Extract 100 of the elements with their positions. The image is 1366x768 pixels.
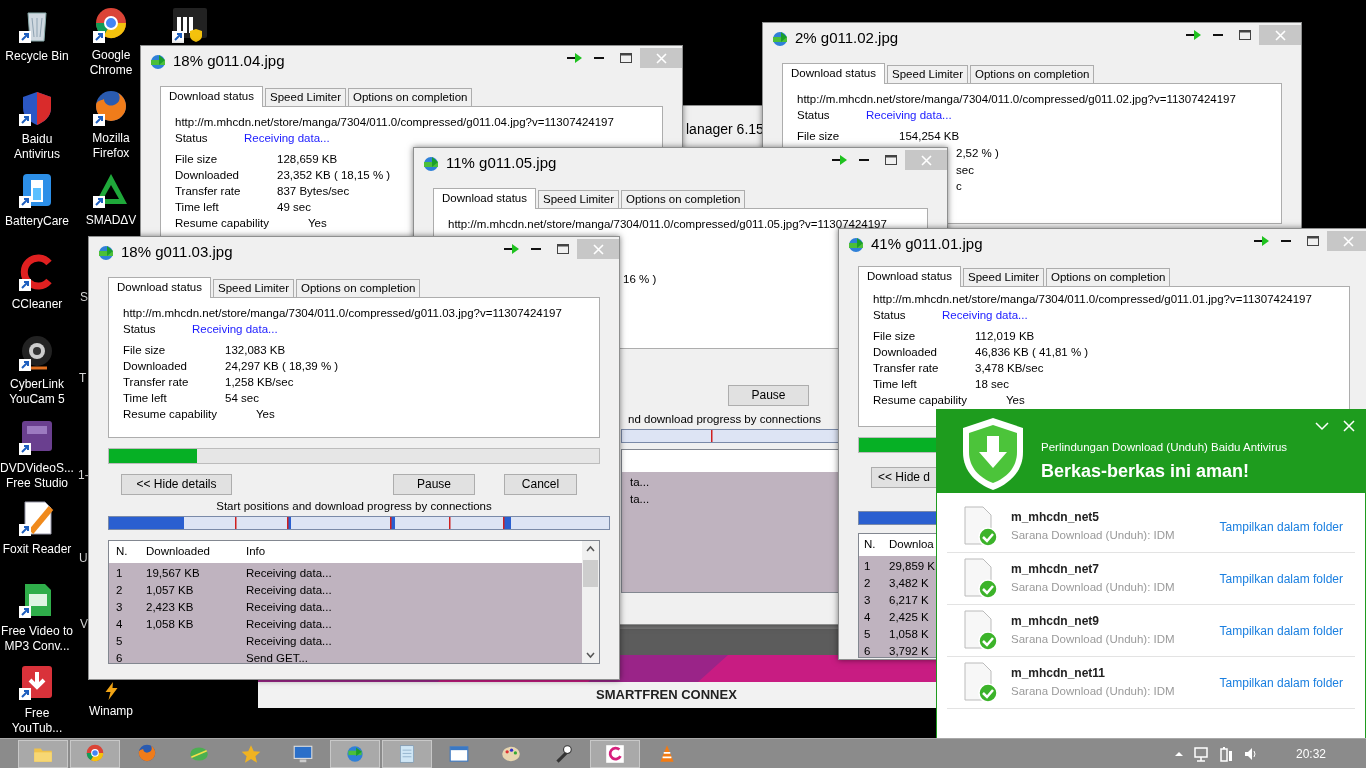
tab[interactable]: Download status xyxy=(160,86,264,107)
shortcut-label[interactable]: S xyxy=(80,290,88,305)
table-cell-text: Receiving data... xyxy=(246,583,332,598)
field-value: 837 Bytes/sec xyxy=(277,184,350,199)
shortcut-label[interactable]: 1- xyxy=(78,468,89,483)
tab[interactable]: Download status xyxy=(858,266,962,287)
column-header[interactable]: N. xyxy=(859,536,889,554)
maximize-icon[interactable] xyxy=(620,52,632,64)
field-value: Yes xyxy=(1005,393,1025,408)
show-in-folder-link[interactable]: Tampilkan dalam folder xyxy=(1219,517,1343,536)
show-in-folder-link[interactable]: Tampilkan dalam folder xyxy=(1219,621,1343,640)
tab[interactable]: Speed Limiter xyxy=(887,65,968,83)
arrow-icon[interactable] xyxy=(831,153,847,167)
taskbar-button[interactable] xyxy=(70,739,120,768)
shortcut-label[interactable]: CCleaner xyxy=(11,297,63,312)
show-in-folder-link[interactable]: Tampilkan dalam folder xyxy=(1219,673,1343,692)
notification-caption: Perlindungan Download (Unduh) Baidu Antivirus xyxy=(1041,440,1288,455)
shortcut-label[interactable]: BatteryCare xyxy=(5,214,69,229)
shortcut-label[interactable]: SMADΔV xyxy=(85,213,137,228)
tab[interactable]: Speed Limiter xyxy=(213,279,294,297)
table-cell-text: 1,058 K xyxy=(889,627,930,642)
arrow-icon[interactable] xyxy=(1185,28,1201,42)
table-cell-text: 2 xyxy=(863,576,872,591)
tab[interactable]: Speed Limiter xyxy=(265,88,346,106)
file-name: m_mhcdn_net5 xyxy=(1011,510,1101,525)
table-cell-text: 2,423 KB xyxy=(146,600,195,615)
tab[interactable]: Speed Limiter xyxy=(538,190,619,208)
table-cell-text: 3,482 K xyxy=(889,576,930,591)
column-header[interactable]: Downloa xyxy=(889,536,936,554)
shortcut-label[interactable]: Foxit Reader xyxy=(2,542,72,557)
maximize-icon[interactable] xyxy=(557,243,569,255)
tab[interactable]: Download status xyxy=(433,188,537,209)
shortcut-label[interactable]: Baidu Antivirus xyxy=(0,132,76,162)
button[interactable]: << Hide details xyxy=(121,474,232,495)
table-cell-text: 2,425 K xyxy=(889,610,930,625)
arrow-icon[interactable] xyxy=(566,51,582,65)
button[interactable]: << Hide d xyxy=(871,467,937,488)
tab[interactable]: Options on completion xyxy=(296,279,421,297)
shortcut-label[interactable]: Recycle Bin xyxy=(5,49,69,64)
taskbar-button[interactable] xyxy=(590,739,640,768)
table-cell-text: 29,859 K xyxy=(889,559,936,574)
shortcut-label[interactable]: Mozilla Firefox xyxy=(83,131,139,161)
window-title: 18% g011.03.jpg xyxy=(121,241,233,262)
button[interactable]: Pause xyxy=(728,385,809,406)
shortcut-label[interactable]: V xyxy=(80,617,88,632)
tab[interactable]: Speed Limiter xyxy=(963,268,1044,286)
button[interactable]: Pause xyxy=(393,474,475,495)
field-value: 154,254 KB xyxy=(899,129,960,144)
tab[interactable]: Options on completion xyxy=(348,88,473,106)
chevron-down-icon[interactable] xyxy=(1315,419,1329,433)
table-cell-text: Receiving data... xyxy=(246,617,332,632)
table-cell-text: 6 xyxy=(863,644,872,657)
close-icon[interactable] xyxy=(1342,419,1356,433)
shortcut-label[interactable]: Winamp xyxy=(89,704,133,719)
taskbar-button[interactable] xyxy=(382,739,432,768)
column-header[interactable]: Downloaded xyxy=(146,543,246,561)
column-header[interactable]: N. xyxy=(109,543,146,561)
maximize-icon[interactable] xyxy=(1239,29,1251,41)
field-label: Resume capability xyxy=(123,407,218,422)
tab[interactable]: Options on completion xyxy=(621,190,746,208)
field-label: Status xyxy=(797,108,831,123)
scrollbar[interactable] xyxy=(582,541,599,663)
maximize-icon[interactable] xyxy=(885,154,897,166)
caption-text: nd download progress by connections xyxy=(628,412,822,427)
tab[interactable]: Download status xyxy=(782,63,886,84)
url-text: http://m.mhcdn.net/store/manga/7304/011.0/compressed/g011.02.jpg?v=11307424197 xyxy=(797,92,1236,107)
shortcut-label[interactable]: Free YouTub... xyxy=(0,706,76,736)
shortcut-label[interactable]: Google Chrome xyxy=(83,48,139,78)
table-cell-text: 4 xyxy=(115,617,124,632)
field-value: 132,083 KB xyxy=(225,343,286,358)
window-title: 11% g011.05.jpg xyxy=(446,152,557,173)
arrow-icon[interactable] xyxy=(1253,234,1269,248)
table-cell-text: 5 xyxy=(115,634,124,649)
status-value: Receiving data... xyxy=(866,108,952,123)
shortcut-label[interactable]: CyberLink YouCam 5 xyxy=(0,377,76,407)
table-cell-text: 1 xyxy=(863,559,872,574)
shortcut-label[interactable]: Free Video to MP3 Conv... xyxy=(0,624,76,654)
field-label: Time left xyxy=(873,377,918,392)
show-in-folder-link[interactable]: Tampilkan dalam folder xyxy=(1219,569,1343,588)
tab[interactable]: Options on completion xyxy=(970,65,1095,83)
field-value: 23,352 KB ( 18,15 % ) xyxy=(277,168,391,183)
globe-icon xyxy=(149,52,167,70)
field-label: Transfer rate xyxy=(873,361,940,376)
tab[interactable]: Download status xyxy=(108,277,212,298)
keyboard-icon[interactable] xyxy=(170,5,210,45)
network-icon[interactable] xyxy=(1192,745,1209,762)
table-cell-text: 1,057 KB xyxy=(146,583,195,598)
tab[interactable]: Options on completion xyxy=(1046,268,1171,286)
arrow-icon[interactable] xyxy=(503,242,519,256)
url-text: http://m.mhcdn.net/store/manga/7304/011.0/compressed/g011.04.jpg?v=11307424197 xyxy=(175,115,614,130)
maximize-icon[interactable] xyxy=(1307,235,1319,247)
column-header[interactable]: Info xyxy=(246,543,266,561)
shortcut-label[interactable]: T xyxy=(79,371,87,386)
table-cell-text: 3 xyxy=(863,593,872,608)
shortcut-label[interactable]: DVDVideoS... Free Studio xyxy=(0,461,76,491)
field-value: 18 sec xyxy=(975,377,1009,392)
field-value: sec xyxy=(956,163,974,178)
field-value: c xyxy=(956,179,962,194)
button[interactable]: Cancel xyxy=(504,474,577,495)
shortcut-label[interactable]: U xyxy=(79,551,88,566)
